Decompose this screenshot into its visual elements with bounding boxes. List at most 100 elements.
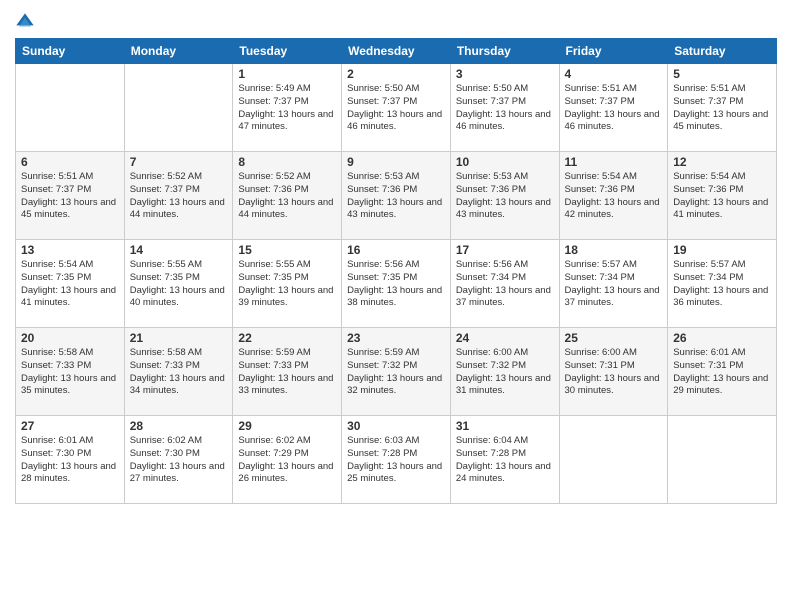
day-number: 5 (673, 67, 771, 81)
day-number: 26 (673, 331, 771, 345)
calendar-cell (124, 64, 233, 152)
calendar-week-4: 20 Sunrise: 5:58 AMSunset: 7:33 PMDayligh… (16, 328, 777, 416)
day-info: Sunrise: 5:53 AMSunset: 7:36 PMDaylight:… (456, 171, 554, 222)
logo (15, 14, 38, 32)
calendar-week-3: 13 Sunrise: 5:54 AMSunset: 7:35 PMDayligh… (16, 240, 777, 328)
day-number: 28 (130, 419, 228, 433)
calendar-cell: 17 Sunrise: 5:56 AMSunset: 7:34 PMDayligh… (450, 240, 559, 328)
calendar-cell: 29Sunrise: 6:02 AMSunset: 7:29 PMDayligh… (233, 416, 342, 504)
calendar-cell: 6 Sunrise: 5:51 AMSunset: 7:37 PMDaylight… (16, 152, 125, 240)
day-info: Sunrise: 5:52 AMSunset: 7:36 PMDaylight:… (238, 171, 336, 222)
calendar-cell: 27 Sunrise: 6:01 AMSunset: 7:30 PMDayligh… (16, 416, 125, 504)
day-info: Sunrise: 5:55 AMSunset: 7:35 PMDaylight:… (130, 259, 228, 310)
calendar-cell: 23 Sunrise: 5:59 AMSunset: 7:32 PMDayligh… (342, 328, 451, 416)
day-info: Sunrise: 5:54 AMSunset: 7:35 PMDaylight:… (21, 259, 119, 310)
day-number: 10 (456, 155, 554, 169)
calendar-cell: 19Sunrise: 5:57 AMSunset: 7:34 PMDayligh… (668, 240, 777, 328)
day-info: Sunrise: 6:00 AMSunset: 7:31 PMDaylight:… (565, 347, 663, 398)
calendar-cell: 12 Sunrise: 5:54 AMSunset: 7:36 PMDayligh… (668, 152, 777, 240)
calendar-cell: 11 Sunrise: 5:54 AMSunset: 7:36 PMDayligh… (559, 152, 668, 240)
day-info: Sunrise: 5:51 AMSunset: 7:37 PMDaylight:… (21, 171, 119, 222)
calendar-cell (16, 64, 125, 152)
day-number: 6 (21, 155, 119, 169)
day-info: Sunrise: 5:51 AMSunset: 7:37 PMDaylight:… (673, 83, 771, 134)
calendar-cell: 26Sunrise: 6:01 AMSunset: 7:31 PMDayligh… (668, 328, 777, 416)
day-number: 21 (130, 331, 228, 345)
day-info: Sunrise: 5:55 AMSunset: 7:35 PMDaylight:… (238, 259, 336, 310)
calendar-header-row: Sunday Monday Tuesday Wednesday Thursday… (16, 39, 777, 64)
day-info: Sunrise: 5:54 AMSunset: 7:36 PMDaylight:… (673, 171, 771, 222)
calendar-cell: 2 Sunrise: 5:50 AMSunset: 7:37 PMDaylight… (342, 64, 451, 152)
day-info: Sunrise: 5:50 AMSunset: 7:37 PMDaylight:… (456, 83, 554, 134)
calendar-cell: 13 Sunrise: 5:54 AMSunset: 7:35 PMDayligh… (16, 240, 125, 328)
day-info: Sunrise: 5:59 AMSunset: 7:33 PMDaylight:… (238, 347, 336, 398)
day-number: 13 (21, 243, 119, 257)
calendar-cell: 9Sunrise: 5:53 AMSunset: 7:36 PMDaylight… (342, 152, 451, 240)
day-number: 27 (21, 419, 119, 433)
calendar-cell: 22 Sunrise: 5:59 AMSunset: 7:33 PMDayligh… (233, 328, 342, 416)
day-info: Sunrise: 5:59 AMSunset: 7:32 PMDaylight:… (347, 347, 445, 398)
day-info: Sunrise: 5:50 AMSunset: 7:37 PMDaylight:… (347, 83, 445, 134)
calendar-cell: 5 Sunrise: 5:51 AMSunset: 7:37 PMDaylight… (668, 64, 777, 152)
header (15, 10, 777, 32)
day-number: 23 (347, 331, 445, 345)
day-number: 4 (565, 67, 663, 81)
day-number: 2 (347, 67, 445, 81)
day-number: 8 (238, 155, 336, 169)
calendar-cell: 10 Sunrise: 5:53 AMSunset: 7:36 PMDayligh… (450, 152, 559, 240)
col-wednesday: Wednesday (342, 39, 451, 64)
col-saturday: Saturday (668, 39, 777, 64)
col-monday: Monday (124, 39, 233, 64)
calendar-cell: 31 Sunrise: 6:04 AMSunset: 7:28 PMDayligh… (450, 416, 559, 504)
day-number: 9 (347, 155, 445, 169)
calendar-cell: 25Sunrise: 6:00 AMSunset: 7:31 PMDayligh… (559, 328, 668, 416)
logo-icon (15, 12, 35, 32)
day-info: Sunrise: 5:57 AMSunset: 7:34 PMDaylight:… (673, 259, 771, 310)
day-number: 7 (130, 155, 228, 169)
calendar-table: Sunday Monday Tuesday Wednesday Thursday… (15, 38, 777, 504)
day-number: 1 (238, 67, 336, 81)
day-info: Sunrise: 5:58 AMSunset: 7:33 PMDaylight:… (21, 347, 119, 398)
day-number: 31 (456, 419, 554, 433)
day-number: 18 (565, 243, 663, 257)
day-number: 24 (456, 331, 554, 345)
day-info: Sunrise: 5:49 AMSunset: 7:37 PMDaylight:… (238, 83, 336, 134)
calendar-cell (559, 416, 668, 504)
day-info: Sunrise: 5:56 AMSunset: 7:34 PMDaylight:… (456, 259, 554, 310)
day-info: Sunrise: 5:52 AMSunset: 7:37 PMDaylight:… (130, 171, 228, 222)
day-info: Sunrise: 5:56 AMSunset: 7:35 PMDaylight:… (347, 259, 445, 310)
day-number: 12 (673, 155, 771, 169)
col-thursday: Thursday (450, 39, 559, 64)
calendar-cell: 14 Sunrise: 5:55 AMSunset: 7:35 PMDayligh… (124, 240, 233, 328)
col-tuesday: Tuesday (233, 39, 342, 64)
col-sunday: Sunday (16, 39, 125, 64)
calendar-cell: 30Sunrise: 6:03 AMSunset: 7:28 PMDayligh… (342, 416, 451, 504)
day-number: 20 (21, 331, 119, 345)
day-info: Sunrise: 5:54 AMSunset: 7:36 PMDaylight:… (565, 171, 663, 222)
day-info: Sunrise: 6:00 AMSunset: 7:32 PMDaylight:… (456, 347, 554, 398)
calendar-cell: 1 Sunrise: 5:49 AMSunset: 7:37 PMDaylight… (233, 64, 342, 152)
calendar-cell: 20 Sunrise: 5:58 AMSunset: 7:33 PMDayligh… (16, 328, 125, 416)
day-number: 11 (565, 155, 663, 169)
day-info: Sunrise: 5:58 AMSunset: 7:33 PMDaylight:… (130, 347, 228, 398)
day-number: 16 (347, 243, 445, 257)
day-number: 15 (238, 243, 336, 257)
day-info: Sunrise: 6:04 AMSunset: 7:28 PMDaylight:… (456, 435, 554, 486)
calendar-cell: 16 Sunrise: 5:56 AMSunset: 7:35 PMDayligh… (342, 240, 451, 328)
calendar-cell: 7 Sunrise: 5:52 AMSunset: 7:37 PMDaylight… (124, 152, 233, 240)
day-number: 14 (130, 243, 228, 257)
calendar-week-2: 6 Sunrise: 5:51 AMSunset: 7:37 PMDaylight… (16, 152, 777, 240)
col-friday: Friday (559, 39, 668, 64)
day-number: 3 (456, 67, 554, 81)
day-info: Sunrise: 6:01 AMSunset: 7:30 PMDaylight:… (21, 435, 119, 486)
calendar-cell: 18Sunrise: 5:57 AMSunset: 7:34 PMDayligh… (559, 240, 668, 328)
calendar-cell: 4Sunrise: 5:51 AMSunset: 7:37 PMDaylight… (559, 64, 668, 152)
day-number: 22 (238, 331, 336, 345)
calendar-cell (668, 416, 777, 504)
day-number: 30 (347, 419, 445, 433)
calendar-cell: 21 Sunrise: 5:58 AMSunset: 7:33 PMDayligh… (124, 328, 233, 416)
calendar-cell: 8 Sunrise: 5:52 AMSunset: 7:36 PMDaylight… (233, 152, 342, 240)
day-number: 17 (456, 243, 554, 257)
day-info: Sunrise: 6:02 AMSunset: 7:29 PMDaylight:… (238, 435, 336, 486)
page: Sunday Monday Tuesday Wednesday Thursday… (0, 0, 792, 612)
